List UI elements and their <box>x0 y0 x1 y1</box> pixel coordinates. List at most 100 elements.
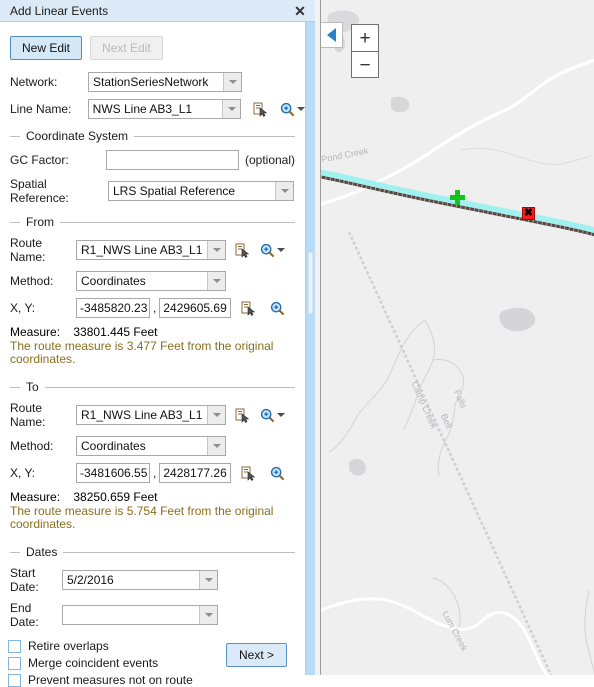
chevron-down-icon[interactable] <box>199 571 217 589</box>
to-x-input[interactable]: -3481606.55 <box>76 463 150 483</box>
panel-scrollbar-thumb[interactable] <box>308 252 313 314</box>
to-measure-row: Measure: 38250.659 Feet <box>10 490 295 504</box>
from-point-marker[interactable] <box>450 190 465 205</box>
dates-body: Start Date: 5/2/2016 End Date: <box>10 559 295 629</box>
from-y-input[interactable]: 2429605.69 <box>159 298 232 318</box>
application-window: Add Linear Events ✕ New Edit Next Edit N… <box>0 0 594 687</box>
arrow-left-icon <box>327 28 336 42</box>
network-select[interactable]: StationSeriesNetwork <box>88 72 242 92</box>
to-measure-value: 38250.659 Feet <box>73 490 158 504</box>
from-xy-label: X, Y: <box>10 301 36 315</box>
next-button[interactable]: Next > <box>225 643 287 667</box>
spatial-reference-select[interactable]: LRS Spatial Reference <box>108 181 294 201</box>
to-method-row: Method: Coordinates <box>10 436 295 456</box>
from-route-name-row: Route Name: R1_NWS Line AB3_L1 <box>10 236 295 264</box>
map-zoom-control: + − <box>351 24 379 78</box>
coordinate-system-group: Coordinate System GC Factor: (optional) … <box>10 129 295 205</box>
pick-coordinates-icon[interactable] <box>241 466 256 481</box>
chevron-down-icon[interactable] <box>207 272 225 290</box>
edit-button-row: New Edit Next Edit <box>0 30 305 66</box>
coordinate-system-legend-text: Coordinate System <box>26 129 129 143</box>
from-route-name-value: R1_NWS Line AB3_L1 <box>81 243 203 257</box>
coordinate-system-legend: Coordinate System <box>10 129 295 143</box>
chevron-down-icon[interactable] <box>275 182 293 200</box>
from-measure-value: 33801.445 Feet <box>73 325 158 339</box>
from-route-name-select[interactable]: R1_NWS Line AB3_L1 <box>76 240 226 260</box>
to-measure-warning: The route measure is 5.754 Feet from the… <box>10 504 274 531</box>
from-method-select[interactable]: Coordinates <box>76 271 226 291</box>
gc-factor-input[interactable] <box>105 150 239 170</box>
end-date-row: End Date: <box>10 601 295 629</box>
to-y-input[interactable]: 2428177.26 <box>159 463 232 483</box>
to-route-name-row: Route Name: R1_NWS Line AB3_L1 <box>10 401 295 429</box>
to-route-name-select[interactable]: R1_NWS Line AB3_L1 <box>76 405 226 425</box>
chevron-down-icon[interactable] <box>277 248 285 252</box>
from-measure-label: Measure: <box>10 325 61 339</box>
map-canvas[interactable]: Pond Creek Camp Creek Falls Bell Lum Cre… <box>321 0 594 675</box>
zoom-to-icon[interactable] <box>270 301 285 316</box>
from-x-input[interactable]: -3485820.23 <box>76 298 150 318</box>
to-legend: To <box>10 380 295 394</box>
select-features-icon[interactable] <box>235 243 250 258</box>
from-group: From Route Name: R1_NWS Line AB3_L1 Meth… <box>10 215 295 366</box>
line-name-row: Line Name: NWS Line AB3_L1 <box>0 99 305 119</box>
to-xy-separator: , <box>153 466 157 480</box>
pick-coordinates-icon[interactable] <box>241 301 256 316</box>
chevron-down-icon[interactable] <box>297 107 305 111</box>
chevron-down-icon[interactable] <box>277 413 285 417</box>
zoom-to-icon[interactable] <box>260 408 285 423</box>
chevron-down-icon[interactable] <box>223 73 241 91</box>
to-body: Route Name: R1_NWS Line AB3_L1 Method: C… <box>10 394 295 531</box>
option-prevent-measures-not-on-route[interactable]: Prevent measures not on route <box>0 673 305 687</box>
end-date-label: End Date: <box>10 601 39 629</box>
zoom-to-icon[interactable] <box>260 243 285 258</box>
chevron-down-icon[interactable] <box>207 241 225 259</box>
collapse-panel-button[interactable] <box>321 22 343 48</box>
gc-factor-hint: (optional) <box>244 153 295 167</box>
panel-scrollbar[interactable] <box>306 22 315 675</box>
chevron-down-icon[interactable] <box>199 606 217 624</box>
to-xy-label: X, Y: <box>10 466 36 480</box>
from-legend-text: From <box>26 215 54 229</box>
from-measure-warning: The route measure is 3.477 Feet from the… <box>10 339 274 366</box>
to-point-marker[interactable]: ✖ <box>522 207 535 220</box>
zoom-in-button[interactable]: + <box>352 25 378 51</box>
zoom-to-icon[interactable] <box>280 102 305 117</box>
to-method-select[interactable]: Coordinates <box>76 436 226 456</box>
start-date-row: Start Date: 5/2/2016 <box>10 566 295 594</box>
dates-legend: Dates <box>10 545 295 559</box>
start-date-label: Start Date: <box>10 566 39 594</box>
to-legend-text: To <box>26 380 39 394</box>
to-group: To Route Name: R1_NWS Line AB3_L1 Method… <box>10 380 295 531</box>
zoom-out-button[interactable]: − <box>352 52 378 78</box>
close-icon[interactable]: ✕ <box>291 2 309 20</box>
line-name-select[interactable]: NWS Line AB3_L1 <box>87 99 241 119</box>
select-features-icon[interactable] <box>253 102 268 117</box>
select-features-icon[interactable] <box>235 408 250 423</box>
spatial-reference-label: Spatial Reference: <box>10 177 69 205</box>
coordinate-system-body: GC Factor: (optional) Spatial Reference:… <box>10 143 295 205</box>
start-date-value: 5/2/2016 <box>67 573 114 587</box>
network-row: Network: StationSeriesNetwork <box>0 72 305 92</box>
chevron-down-icon[interactable] <box>222 100 240 118</box>
chevron-down-icon[interactable] <box>207 406 225 424</box>
zoom-to-icon[interactable] <box>270 466 285 481</box>
add-linear-events-dialog: Add Linear Events ✕ New Edit Next Edit N… <box>0 0 321 687</box>
prevent-measures-label: Prevent measures not on route <box>28 673 193 687</box>
from-method-label: Method: <box>10 274 54 288</box>
end-date-input[interactable] <box>62 605 218 625</box>
from-measure-row: Measure: 33801.445 Feet <box>10 325 295 339</box>
gc-factor-label: GC Factor: <box>10 153 69 167</box>
new-edit-button[interactable]: New Edit <box>10 36 83 60</box>
map-view[interactable]: Pond Creek Camp Creek Falls Bell Lum Cre… <box>320 0 594 675</box>
from-body: Route Name: R1_NWS Line AB3_L1 Method: C… <box>10 229 295 366</box>
prevent-measures-checkbox[interactable] <box>8 673 21 687</box>
to-route-name-value: R1_NWS Line AB3_L1 <box>81 408 203 422</box>
start-date-input[interactable]: 5/2/2016 <box>62 570 218 590</box>
to-measure-label: Measure: <box>10 490 61 504</box>
from-method-value: Coordinates <box>81 274 146 288</box>
dates-group: Dates Start Date: 5/2/2016 End Date: <box>10 545 295 629</box>
dialog-titlebar: Add Linear Events ✕ <box>0 0 319 22</box>
network-label: Network: <box>10 75 58 89</box>
chevron-down-icon[interactable] <box>207 437 225 455</box>
